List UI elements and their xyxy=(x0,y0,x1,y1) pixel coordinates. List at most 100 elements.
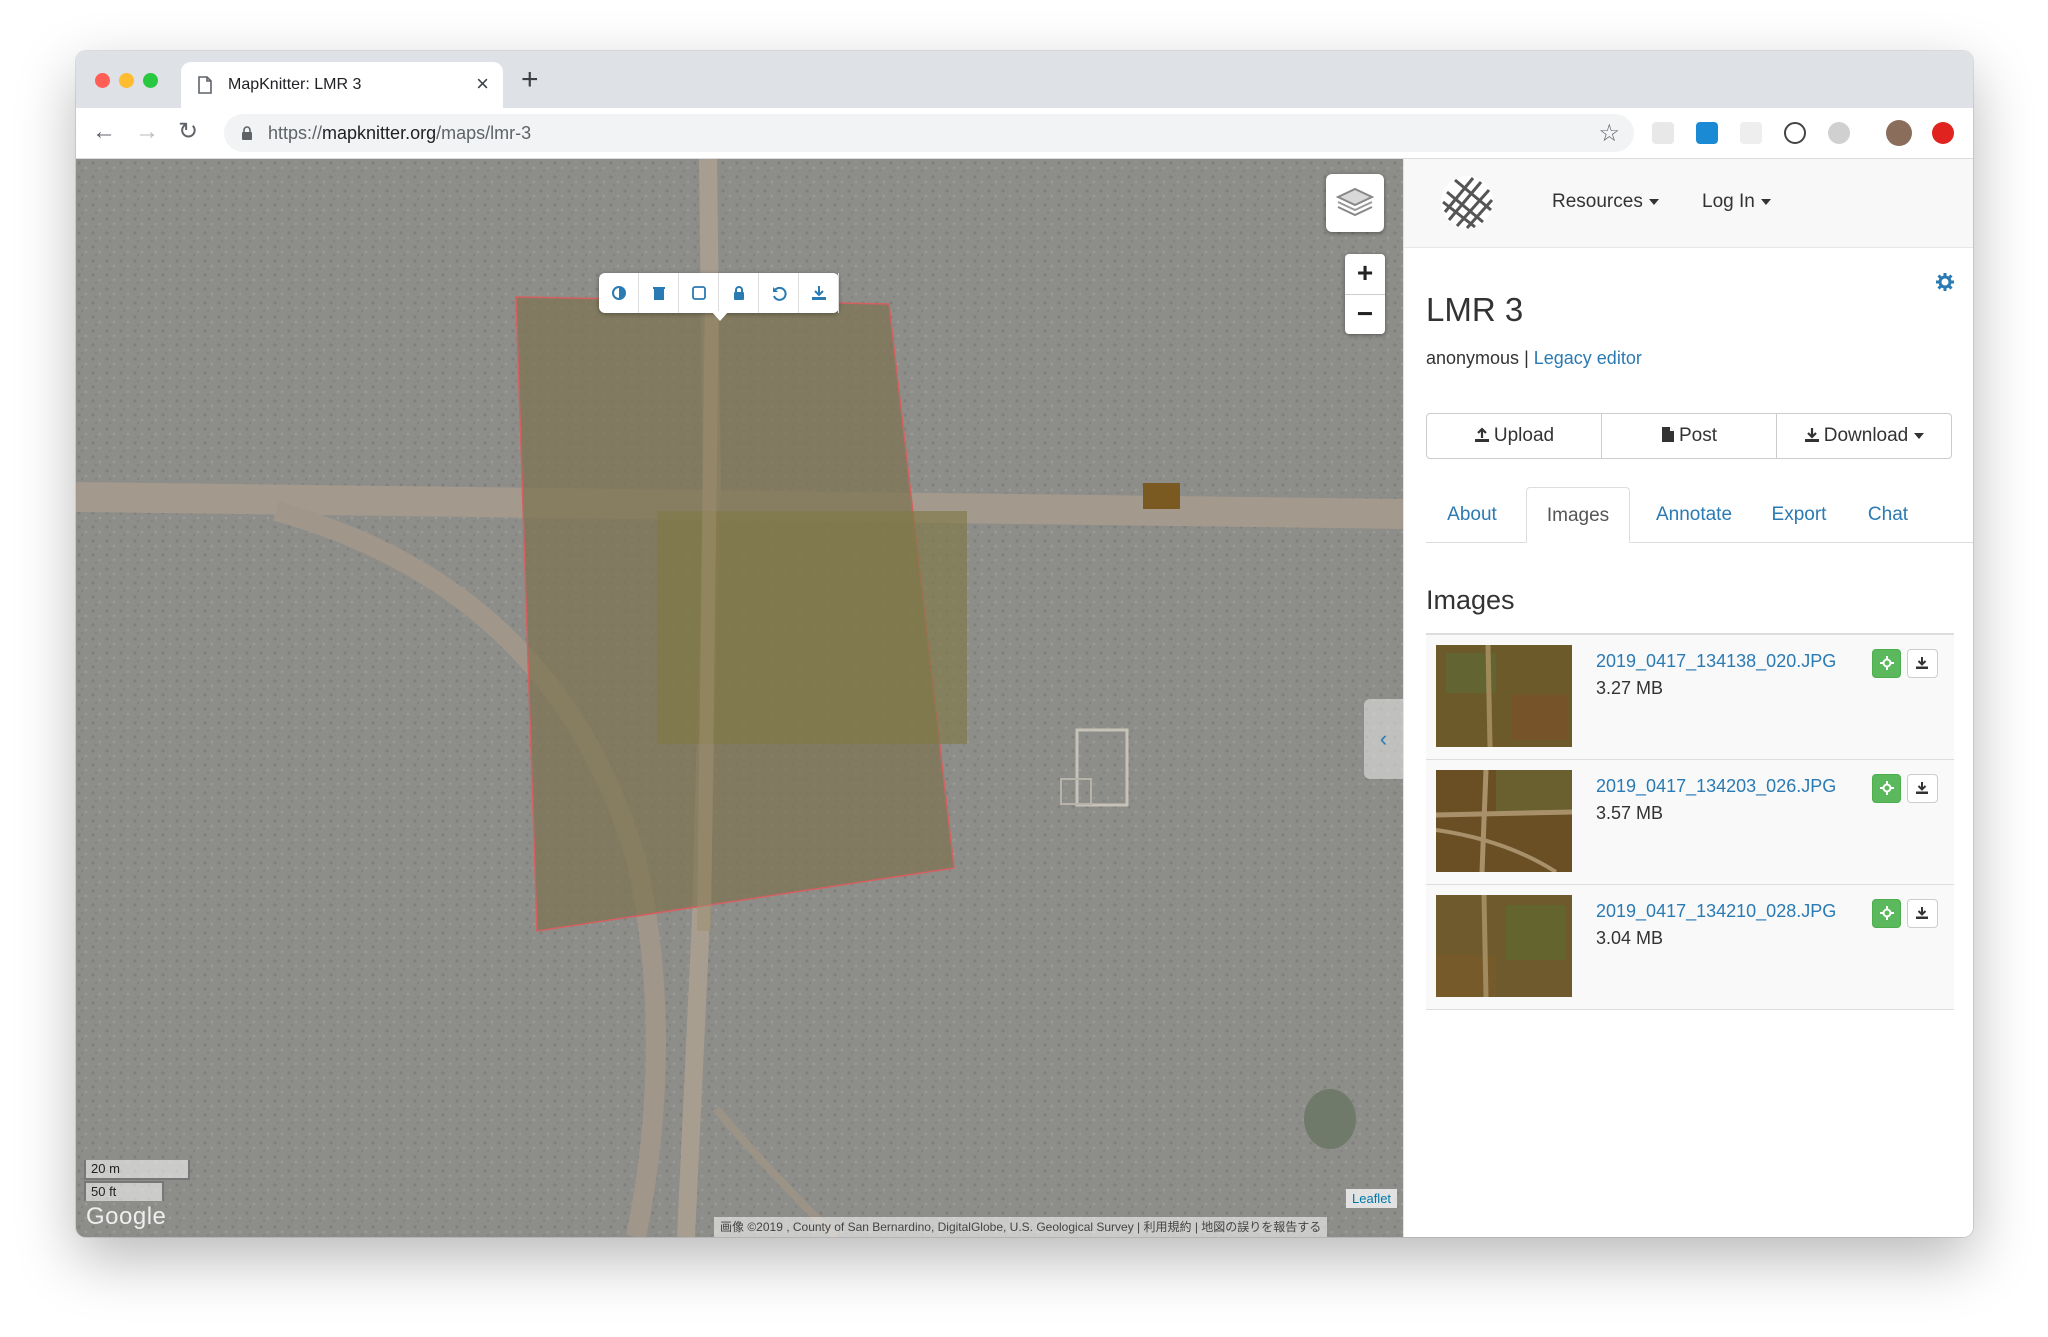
image-row: 2019_0417_134203_026.JPG 3.57 MB xyxy=(1426,760,1954,885)
url-text: https://mapknitter.org/maps/lmr-3 xyxy=(268,123,531,144)
scale-metric: 20 m xyxy=(84,1160,190,1180)
extension-circle-icon[interactable] xyxy=(1828,122,1850,144)
export-image-button[interactable] xyxy=(799,273,839,313)
images-heading: Images xyxy=(1426,585,1515,615)
byline-separator: | xyxy=(1519,348,1534,368)
extension-star-icon[interactable] xyxy=(1652,122,1674,144)
address-bar[interactable]: https://mapknitter.org/maps/lmr-3 ☆ xyxy=(224,114,1634,152)
upload-icon xyxy=(1474,427,1489,442)
download-icon xyxy=(1916,907,1928,919)
download-icon xyxy=(1916,657,1928,669)
sidebar-collapse-button[interactable]: ‹ xyxy=(1364,699,1403,779)
layers-icon xyxy=(1335,187,1375,217)
sidebar-tabs: About Images Annotate Export Chat xyxy=(1426,487,1973,543)
leaflet-attribution-link[interactable]: Leaflet xyxy=(1346,1189,1398,1208)
url-host: mapknitter.org xyxy=(322,123,437,143)
transparency-icon xyxy=(612,286,626,300)
place-image-button[interactable] xyxy=(1872,899,1901,928)
new-tab-button[interactable]: + xyxy=(521,65,539,95)
image-thumbnail[interactable] xyxy=(1436,895,1572,997)
close-tab-icon[interactable]: × xyxy=(476,72,489,96)
close-window-button[interactable] xyxy=(95,73,110,88)
legacy-editor-link[interactable]: Legacy editor xyxy=(1534,348,1642,368)
browser-tab[interactable]: MapKnitter: LMR 3 × xyxy=(181,62,503,108)
extension-md-icon[interactable] xyxy=(1740,122,1762,144)
tab-bar: MapKnitter: LMR 3 × + xyxy=(76,51,1973,108)
mapknitter-logo[interactable] xyxy=(1437,172,1497,232)
download-label: Download xyxy=(1823,425,1909,446)
image-thumbnail[interactable] xyxy=(1436,770,1572,872)
tab-annotate[interactable]: Annotate xyxy=(1638,487,1750,542)
image-row: 2019_0417_134138_020.JPG 3.27 MB xyxy=(1426,635,1954,760)
forward-button[interactable]: → xyxy=(135,118,159,146)
download-icon xyxy=(1804,428,1819,442)
image-filename-link[interactable]: 2019_0417_134203_026.JPG xyxy=(1596,776,1836,797)
caret-down-icon xyxy=(1648,198,1659,205)
upload-button[interactable]: Upload xyxy=(1426,413,1602,459)
image-filesize: 3.27 MB xyxy=(1596,678,1664,698)
square-icon xyxy=(692,286,706,300)
tab-chat[interactable]: Chat xyxy=(1850,487,1926,542)
outline-toggle[interactable] xyxy=(679,273,719,313)
profile-avatar[interactable] xyxy=(1886,120,1912,146)
toolbar-pointer xyxy=(711,311,729,321)
images-list: 2019_0417_134138_020.JPG 3.27 MB 2019_04… xyxy=(1426,633,1954,1010)
reload-button[interactable]: ↻ xyxy=(178,118,198,146)
image-filename-link[interactable]: 2019_0417_134138_020.JPG xyxy=(1596,651,1836,672)
image-thumbnail[interactable] xyxy=(1436,645,1572,747)
image-filename-link[interactable]: 2019_0417_134210_028.JPG xyxy=(1596,901,1836,922)
crosshair-icon xyxy=(1880,906,1894,920)
layers-button[interactable] xyxy=(1326,174,1384,232)
document-icon xyxy=(198,76,212,94)
tab-title: MapKnitter: LMR 3 xyxy=(228,76,362,93)
delete-image-button[interactable] xyxy=(639,273,679,313)
imagery-attribution: 画像 ©2019 , County of San Bernardino, Dig… xyxy=(714,1217,1328,1237)
bookmark-star-icon[interactable]: ☆ xyxy=(1598,119,1620,148)
reset-image-button[interactable] xyxy=(759,273,799,313)
login-menu[interactable]: Log In xyxy=(1702,191,1771,213)
resources-menu[interactable]: Resources xyxy=(1552,191,1659,213)
download-icon xyxy=(1916,782,1928,794)
lock-icon xyxy=(242,126,252,140)
satellite-imagery xyxy=(76,159,1403,1237)
zoom-out-button[interactable]: − xyxy=(1345,295,1385,335)
browser-window: MapKnitter: LMR 3 × + ← → ↻ https://mapk… xyxy=(76,51,1973,1237)
place-image-button[interactable] xyxy=(1872,774,1901,803)
gear-icon[interactable] xyxy=(1936,273,1954,291)
scale-bar: 20 m 50 ft xyxy=(84,1160,190,1201)
zoom-in-button[interactable]: + xyxy=(1345,254,1385,295)
place-image-button[interactable] xyxy=(1872,649,1901,678)
download-image-button[interactable] xyxy=(1907,649,1938,678)
lock-image-button[interactable] xyxy=(719,273,759,313)
download-button[interactable]: Download xyxy=(1776,413,1952,459)
tab-images[interactable]: Images xyxy=(1526,487,1630,543)
byline: anonymous | Legacy editor xyxy=(1426,348,1642,369)
tab-about[interactable]: About xyxy=(1426,487,1518,542)
post-button[interactable]: Post xyxy=(1601,413,1777,459)
zoom-control: + − xyxy=(1345,254,1385,334)
file-icon xyxy=(1661,427,1674,442)
download-icon xyxy=(812,286,826,300)
download-image-button[interactable] xyxy=(1907,774,1938,803)
minimize-window-button[interactable] xyxy=(119,73,134,88)
maximize-window-button[interactable] xyxy=(143,73,158,88)
image-filesize: 3.57 MB xyxy=(1596,803,1664,823)
extension-b-icon[interactable] xyxy=(1696,122,1718,144)
back-button[interactable]: ← xyxy=(92,118,116,146)
caret-down-icon xyxy=(1760,198,1771,205)
download-image-button[interactable] xyxy=(1907,899,1938,928)
upload-label: Upload xyxy=(1493,425,1555,446)
lock-icon xyxy=(734,286,744,300)
image-edit-toolbar xyxy=(599,273,839,321)
image-row: 2019_0417_134210_028.JPG 3.04 MB xyxy=(1426,885,1954,1010)
browser-toolbar: ← → ↻ https://mapknitter.org/maps/lmr-3 … xyxy=(76,108,1973,159)
map-canvas[interactable]: + − ‹ 20 m 50 ft Google Leaflet 画像 ©2019… xyxy=(76,159,1403,1237)
extension-info-icon[interactable] xyxy=(1784,122,1806,144)
crosshair-icon xyxy=(1880,656,1894,670)
transparency-toggle[interactable] xyxy=(599,273,639,313)
login-label: Log In xyxy=(1702,191,1755,212)
update-icon[interactable] xyxy=(1932,122,1954,144)
trash-icon xyxy=(653,287,665,300)
post-label: Post xyxy=(1678,425,1718,446)
tab-export[interactable]: Export xyxy=(1752,487,1846,542)
